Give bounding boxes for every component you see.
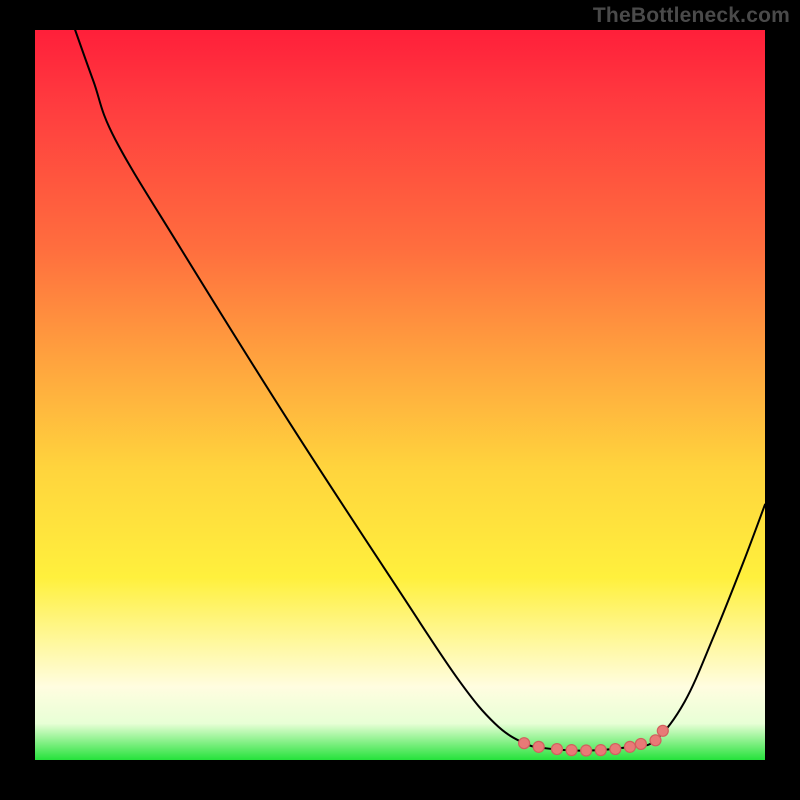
valley-marker-group xyxy=(519,725,669,756)
valley-marker xyxy=(566,745,577,756)
chart-frame: TheBottleneck.com xyxy=(0,0,800,800)
plot-area xyxy=(35,30,765,760)
valley-marker xyxy=(624,741,635,752)
valley-marker xyxy=(519,738,530,749)
valley-marker xyxy=(650,735,661,746)
chart-svg xyxy=(35,30,765,760)
valley-marker xyxy=(610,744,621,755)
bottleneck-curve xyxy=(75,30,765,751)
valley-marker xyxy=(581,745,592,756)
valley-marker xyxy=(657,725,668,736)
valley-marker xyxy=(595,745,606,756)
valley-marker xyxy=(635,738,646,749)
valley-marker xyxy=(533,741,544,752)
watermark-text: TheBottleneck.com xyxy=(593,4,790,28)
valley-marker xyxy=(551,744,562,755)
